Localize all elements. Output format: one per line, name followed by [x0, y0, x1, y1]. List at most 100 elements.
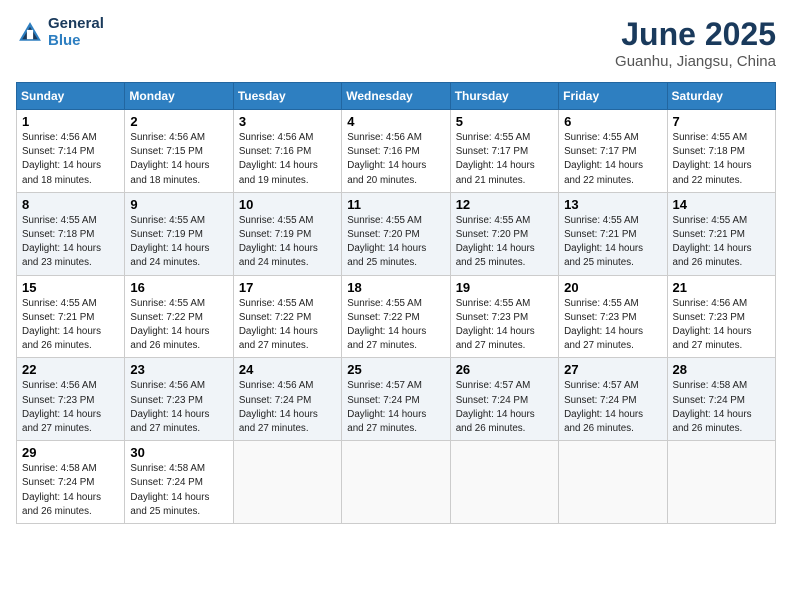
calendar-cell: 4Sunrise: 4:56 AMSunset: 7:16 PMDaylight… — [342, 110, 450, 193]
logo-text: General Blue — [48, 16, 104, 49]
day-number: 6 — [564, 114, 661, 129]
logo: General Blue — [16, 16, 104, 49]
day-info: Sunrise: 4:55 AMSunset: 7:22 PMDaylight:… — [347, 298, 426, 352]
calendar-cell: 1 Sunrise: 4:56 AMSunset: 7:14 PMDaylight… — [17, 110, 125, 193]
day-info: Sunrise: 4:55 AMSunset: 7:21 PMDaylight:… — [673, 215, 752, 269]
day-info: Sunrise: 4:55 AMSunset: 7:17 PMDaylight:… — [564, 132, 643, 186]
empty-cell — [667, 441, 775, 524]
day-info: Sunrise: 4:55 AMSunset: 7:20 PMDaylight:… — [456, 215, 535, 269]
day-number: 15 — [22, 280, 119, 295]
day-info: Sunrise: 4:56 AMSunset: 7:23 PMDaylight:… — [130, 380, 209, 434]
calendar-table: Sunday Monday Tuesday Wednesday Thursday… — [16, 82, 776, 524]
day-number: 28 — [673, 362, 770, 377]
day-info: Sunrise: 4:55 AMSunset: 7:18 PMDaylight:… — [22, 215, 101, 269]
calendar-cell: 6 Sunrise: 4:55 AMSunset: 7:17 PMDaylight… — [559, 110, 667, 193]
day-number: 1 — [22, 114, 119, 129]
day-number: 29 — [22, 445, 119, 460]
calendar-cell: 27 Sunrise: 4:57 AMSunset: 7:24 PMDayligh… — [559, 358, 667, 441]
logo-icon — [16, 19, 44, 47]
day-number: 20 — [564, 280, 661, 295]
calendar-cell: 28 Sunrise: 4:58 AMSunset: 7:24 PMDayligh… — [667, 358, 775, 441]
calendar-cell: 18 Sunrise: 4:55 AMSunset: 7:22 PMDayligh… — [342, 275, 450, 358]
day-info: Sunrise: 4:55 AMSunset: 7:23 PMDaylight:… — [564, 298, 643, 352]
day-info: Sunrise: 4:57 AMSunset: 7:24 PMDaylight:… — [564, 380, 643, 434]
calendar-cell: 9 Sunrise: 4:55 AMSunset: 7:19 PMDaylight… — [125, 192, 233, 275]
calendar-body: 1 Sunrise: 4:56 AMSunset: 7:14 PMDaylight… — [17, 110, 776, 524]
table-row: 29 Sunrise: 4:58 AMSunset: 7:24 PMDayligh… — [17, 441, 776, 524]
col-friday: Friday — [559, 83, 667, 110]
day-info: Sunrise: 4:55 AMSunset: 7:22 PMDaylight:… — [239, 298, 318, 352]
day-info: Sunrise: 4:55 AMSunset: 7:21 PMDaylight:… — [22, 298, 101, 352]
calendar-cell: 3Sunrise: 4:56 AMSunset: 7:16 PMDaylight… — [233, 110, 341, 193]
day-info: Sunrise: 4:56 AMSunset: 7:23 PMDaylight:… — [673, 298, 752, 352]
day-number: 12 — [456, 197, 553, 212]
empty-cell — [233, 441, 341, 524]
day-info: Sunrise: 4:55 AMSunset: 7:19 PMDaylight:… — [130, 215, 209, 269]
calendar-cell: 11 Sunrise: 4:55 AMSunset: 7:20 PMDayligh… — [342, 192, 450, 275]
calendar-cell: 8 Sunrise: 4:55 AMSunset: 7:18 PMDaylight… — [17, 192, 125, 275]
calendar-cell: 16Sunrise: 4:55 AMSunset: 7:22 PMDayligh… — [125, 275, 233, 358]
day-info: Sunrise: 4:56 AMSunset: 7:23 PMDaylight:… — [22, 380, 101, 434]
calendar-cell: 29 Sunrise: 4:58 AMSunset: 7:24 PMDayligh… — [17, 441, 125, 524]
table-row: 22 Sunrise: 4:56 AMSunset: 7:23 PMDayligh… — [17, 358, 776, 441]
day-number: 27 — [564, 362, 661, 377]
col-wednesday: Wednesday — [342, 83, 450, 110]
day-number: 18 — [347, 280, 444, 295]
day-number: 22 — [22, 362, 119, 377]
calendar-cell: 24Sunrise: 4:56 AMSunset: 7:24 PMDayligh… — [233, 358, 341, 441]
day-number: 4 — [347, 114, 444, 129]
calendar-cell: 13Sunrise: 4:55 AMSunset: 7:21 PMDayligh… — [559, 192, 667, 275]
day-info: Sunrise: 4:55 AMSunset: 7:17 PMDaylight:… — [456, 132, 535, 186]
calendar-cell: 20 Sunrise: 4:55 AMSunset: 7:23 PMDayligh… — [559, 275, 667, 358]
calendar-cell: 22 Sunrise: 4:56 AMSunset: 7:23 PMDayligh… — [17, 358, 125, 441]
day-number: 24 — [239, 362, 336, 377]
empty-cell — [559, 441, 667, 524]
calendar-cell: 12 Sunrise: 4:55 AMSunset: 7:20 PMDayligh… — [450, 192, 558, 275]
table-row: 8 Sunrise: 4:55 AMSunset: 7:18 PMDaylight… — [17, 192, 776, 275]
day-info: Sunrise: 4:58 AMSunset: 7:24 PMDaylight:… — [130, 463, 209, 517]
day-number: 23 — [130, 362, 227, 377]
day-info: Sunrise: 4:58 AMSunset: 7:24 PMDaylight:… — [673, 380, 752, 434]
empty-cell — [342, 441, 450, 524]
day-number: 21 — [673, 280, 770, 295]
table-row: 1 Sunrise: 4:56 AMSunset: 7:14 PMDaylight… — [17, 110, 776, 193]
col-monday: Monday — [125, 83, 233, 110]
day-number: 14 — [673, 197, 770, 212]
header-row: Sunday Monday Tuesday Wednesday Thursday… — [17, 83, 776, 110]
calendar-cell: 15 Sunrise: 4:55 AMSunset: 7:21 PMDayligh… — [17, 275, 125, 358]
day-number: 19 — [456, 280, 553, 295]
col-thursday: Thursday — [450, 83, 558, 110]
calendar-cell: 17Sunrise: 4:55 AMSunset: 7:22 PMDayligh… — [233, 275, 341, 358]
table-row: 15 Sunrise: 4:55 AMSunset: 7:21 PMDayligh… — [17, 275, 776, 358]
day-info: Sunrise: 4:56 AMSunset: 7:15 PMDaylight:… — [130, 132, 209, 186]
day-info: Sunrise: 4:55 AMSunset: 7:19 PMDaylight:… — [239, 215, 318, 269]
calendar-cell: 25Sunrise: 4:57 AMSunset: 7:24 PMDayligh… — [342, 358, 450, 441]
calendar-cell: 26 Sunrise: 4:57 AMSunset: 7:24 PMDayligh… — [450, 358, 558, 441]
day-number: 8 — [22, 197, 119, 212]
day-info: Sunrise: 4:57 AMSunset: 7:24 PMDaylight:… — [456, 380, 535, 434]
day-number: 2 — [130, 114, 227, 129]
page-header: General Blue June 2025 Guanhu, Jiangsu, … — [16, 16, 776, 70]
day-info: Sunrise: 4:56 AMSunset: 7:14 PMDaylight:… — [22, 132, 101, 186]
day-number: 13 — [564, 197, 661, 212]
day-number: 26 — [456, 362, 553, 377]
calendar-cell: 2 Sunrise: 4:56 AMSunset: 7:15 PMDaylight… — [125, 110, 233, 193]
day-number: 11 — [347, 197, 444, 212]
calendar-cell: 19Sunrise: 4:55 AMSunset: 7:23 PMDayligh… — [450, 275, 558, 358]
day-info: Sunrise: 4:55 AMSunset: 7:22 PMDaylight:… — [130, 298, 209, 352]
day-info: Sunrise: 4:55 AMSunset: 7:20 PMDaylight:… — [347, 215, 426, 269]
month-title: June 2025 — [615, 16, 776, 53]
col-tuesday: Tuesday — [233, 83, 341, 110]
calendar-cell: 10 Sunrise: 4:55 AMSunset: 7:19 PMDayligh… — [233, 192, 341, 275]
day-info: Sunrise: 4:56 AMSunset: 7:16 PMDaylight:… — [239, 132, 318, 186]
day-number: 9 — [130, 197, 227, 212]
empty-cell — [450, 441, 558, 524]
day-info: Sunrise: 4:55 AMSunset: 7:18 PMDaylight:… — [673, 132, 752, 186]
col-saturday: Saturday — [667, 83, 775, 110]
day-number: 10 — [239, 197, 336, 212]
day-info: Sunrise: 4:58 AMSunset: 7:24 PMDaylight:… — [22, 463, 101, 517]
calendar-cell: 5Sunrise: 4:55 AMSunset: 7:17 PMDaylight… — [450, 110, 558, 193]
calendar-cell: 23 Sunrise: 4:56 AMSunset: 7:23 PMDayligh… — [125, 358, 233, 441]
day-number: 7 — [673, 114, 770, 129]
day-number: 30 — [130, 445, 227, 460]
